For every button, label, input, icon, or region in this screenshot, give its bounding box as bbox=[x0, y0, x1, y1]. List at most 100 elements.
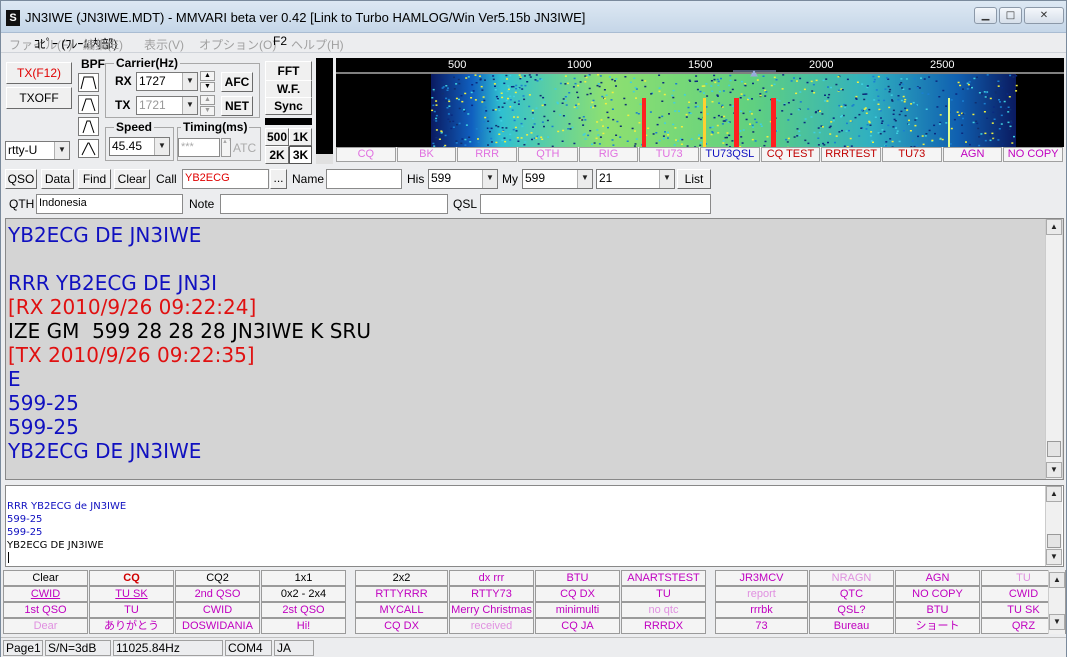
macro-button[interactable]: CQ bbox=[89, 570, 174, 586]
macro-button[interactable]: no qtc bbox=[621, 602, 706, 618]
tx-scrollbar[interactable]: ▲ ▼ bbox=[1045, 486, 1062, 566]
macro-button[interactable]: 1x1 bbox=[261, 570, 346, 586]
qsl-field[interactable] bbox=[480, 194, 711, 214]
mode-select[interactable]: rtty-U ▼ bbox=[5, 141, 70, 160]
bpf-wide-icon[interactable] bbox=[78, 73, 99, 92]
tx-up-button[interactable]: ▲ bbox=[200, 95, 215, 105]
waterfall-display[interactable]: 500 1000 1500 2000 2500 bbox=[336, 58, 1064, 147]
find-button[interactable]: Find bbox=[78, 169, 111, 189]
menu-help[interactable]: ヘルプ(H) bbox=[291, 36, 344, 53]
app-icon[interactable]: S bbox=[6, 10, 20, 26]
macro-button[interactable]: NO COPY bbox=[895, 586, 980, 602]
macro-button[interactable]: Bureau bbox=[809, 618, 894, 634]
macro-button[interactable]: RTTY73 bbox=[449, 586, 534, 602]
rx-scroll-thumb[interactable] bbox=[1047, 441, 1061, 457]
waterfall-macro-7[interactable]: CQ TEST bbox=[760, 147, 821, 162]
macro-button[interactable]: CQ JA bbox=[535, 618, 620, 634]
his-rst-select[interactable]: 599 ▼ bbox=[428, 169, 498, 189]
data-button[interactable]: Data bbox=[41, 169, 74, 189]
macro-button[interactable]: ありがとう bbox=[89, 618, 174, 634]
scroll-up-icon[interactable]: ▲ bbox=[1049, 572, 1065, 588]
macro-button[interactable]: 2nd QSO bbox=[175, 586, 260, 602]
macro-button[interactable]: CWID bbox=[3, 586, 88, 602]
bpf-narrow-icon[interactable] bbox=[78, 117, 99, 136]
scroll-up-icon[interactable]: ▲ bbox=[1046, 219, 1062, 235]
list-button[interactable]: List bbox=[677, 169, 711, 189]
clear-log-button[interactable]: Clear bbox=[114, 169, 150, 189]
close-button[interactable]: ✕ bbox=[1024, 7, 1064, 24]
macro-button[interactable]: rrrbk bbox=[715, 602, 808, 618]
status-page[interactable]: Page1 bbox=[3, 640, 43, 656]
macro-button[interactable]: CQ DX bbox=[535, 586, 620, 602]
bpf-sharp-icon[interactable] bbox=[78, 139, 99, 158]
macro-button[interactable]: 1st QSO bbox=[3, 602, 88, 618]
macro-button[interactable]: AGN bbox=[895, 570, 980, 586]
tx-scroll-thumb[interactable] bbox=[1047, 534, 1061, 548]
macro-button[interactable]: CQ DX bbox=[355, 618, 448, 634]
macro-button[interactable]: NRAGN bbox=[809, 570, 894, 586]
macro-button[interactable]: CQ2 bbox=[175, 570, 260, 586]
waterfall-macro-2[interactable]: RRR bbox=[457, 147, 517, 162]
txoff-button[interactable]: TXOFF bbox=[6, 87, 72, 109]
macro-button[interactable]: Hi! bbox=[261, 618, 346, 634]
waterfall-macro-4[interactable]: RIG bbox=[578, 147, 639, 162]
macro-button[interactable]: 73 bbox=[715, 618, 808, 634]
waterfall-macro-6[interactable]: TU73QSL bbox=[700, 147, 760, 162]
menu-edit[interactable]: 編集(E) bbox=[83, 36, 123, 53]
name-field[interactable] bbox=[326, 169, 402, 189]
net-button[interactable]: NET bbox=[221, 96, 253, 116]
menu-view[interactable]: 表示(V) bbox=[144, 36, 184, 53]
span-500-button[interactable]: 500 bbox=[265, 128, 289, 146]
macro-button[interactable]: Dear bbox=[3, 618, 88, 634]
waterfall-macro-0[interactable]: CQ bbox=[336, 147, 396, 162]
waterfall-button[interactable]: W.F. bbox=[265, 80, 312, 98]
macro-button[interactable]: 2st QSO bbox=[261, 602, 346, 618]
scroll-down-icon[interactable]: ▼ bbox=[1046, 462, 1062, 478]
macro-button[interactable]: BTU bbox=[895, 602, 980, 618]
waterfall-macro-11[interactable]: NO COPY bbox=[1003, 147, 1063, 162]
rx-up-button[interactable]: ▲ bbox=[200, 71, 215, 81]
my-rst-select[interactable]: 599 ▼ bbox=[522, 169, 593, 189]
macro-button[interactable]: BTU bbox=[535, 570, 620, 586]
rx-scrollbar[interactable]: ▲ ▼ bbox=[1045, 219, 1062, 479]
scroll-down-icon[interactable]: ▼ bbox=[1049, 614, 1065, 630]
macro-button[interactable]: ANARTSTEST bbox=[621, 570, 706, 586]
macro-button[interactable]: RTTYRRR bbox=[355, 586, 448, 602]
macro-button[interactable]: TU SK bbox=[89, 586, 174, 602]
sync-button[interactable]: Sync bbox=[265, 97, 312, 115]
macro-button[interactable]: TU bbox=[621, 586, 706, 602]
call-lookup-button[interactable]: ... bbox=[270, 169, 287, 189]
speed-select[interactable]: 45.45 ▼ bbox=[109, 137, 170, 156]
macro-button[interactable]: dx rrr bbox=[449, 570, 534, 586]
note-field[interactable] bbox=[220, 194, 448, 214]
qso-button[interactable]: QSO bbox=[5, 169, 37, 189]
span-2k-button[interactable]: 2K bbox=[265, 146, 289, 164]
rx-frequency-select[interactable]: 1727 ▼ bbox=[136, 72, 198, 91]
waterfall-macro-3[interactable]: QTH bbox=[518, 147, 578, 162]
scroll-up-icon[interactable]: ▲ bbox=[1046, 486, 1062, 502]
macro-button[interactable]: ショート bbox=[895, 618, 980, 634]
macro-button[interactable]: minimulti bbox=[535, 602, 620, 618]
macro-scrollbar[interactable]: ▲ ▼ bbox=[1048, 570, 1065, 634]
receive-text-panel[interactable]: ▲ ▼ YB2ECG DE JN3IWE RRR YB2ECG DE JN3I [R… bbox=[5, 218, 1064, 480]
waterfall-macro-9[interactable]: TU73 bbox=[882, 147, 942, 162]
macro-button[interactable]: RRRDX bbox=[621, 618, 706, 634]
waterfall-macro-10[interactable]: AGN bbox=[942, 147, 1003, 162]
macro-button[interactable]: JR3MCV bbox=[715, 570, 808, 586]
minimize-button[interactable]: ▁ bbox=[974, 7, 997, 24]
tx-button[interactable]: TX(F12) bbox=[6, 62, 72, 84]
timing-spin[interactable]: ▲▼ bbox=[221, 138, 231, 157]
macro-button[interactable]: CWID bbox=[175, 602, 260, 618]
macro-button[interactable]: QSL? bbox=[809, 602, 894, 618]
macro-button[interactable]: Merry Christmas bbox=[449, 602, 534, 618]
timing-field[interactable]: *** bbox=[178, 138, 220, 157]
macro-button[interactable]: report bbox=[715, 586, 808, 602]
waterfall-macro-8[interactable]: RRRTEST bbox=[821, 147, 881, 162]
tx-down-button[interactable]: ▼ bbox=[200, 106, 215, 116]
macro-button[interactable]: 2x2 bbox=[355, 570, 448, 586]
tx-frequency-select[interactable]: 1721 ▼ bbox=[136, 96, 198, 115]
maximize-button[interactable]: □ bbox=[999, 7, 1022, 24]
macro-button[interactable]: DOSWIDANIA bbox=[175, 618, 260, 634]
band-select[interactable]: 21 ▼ bbox=[596, 169, 675, 189]
macro-button[interactable]: Clear bbox=[3, 570, 88, 586]
